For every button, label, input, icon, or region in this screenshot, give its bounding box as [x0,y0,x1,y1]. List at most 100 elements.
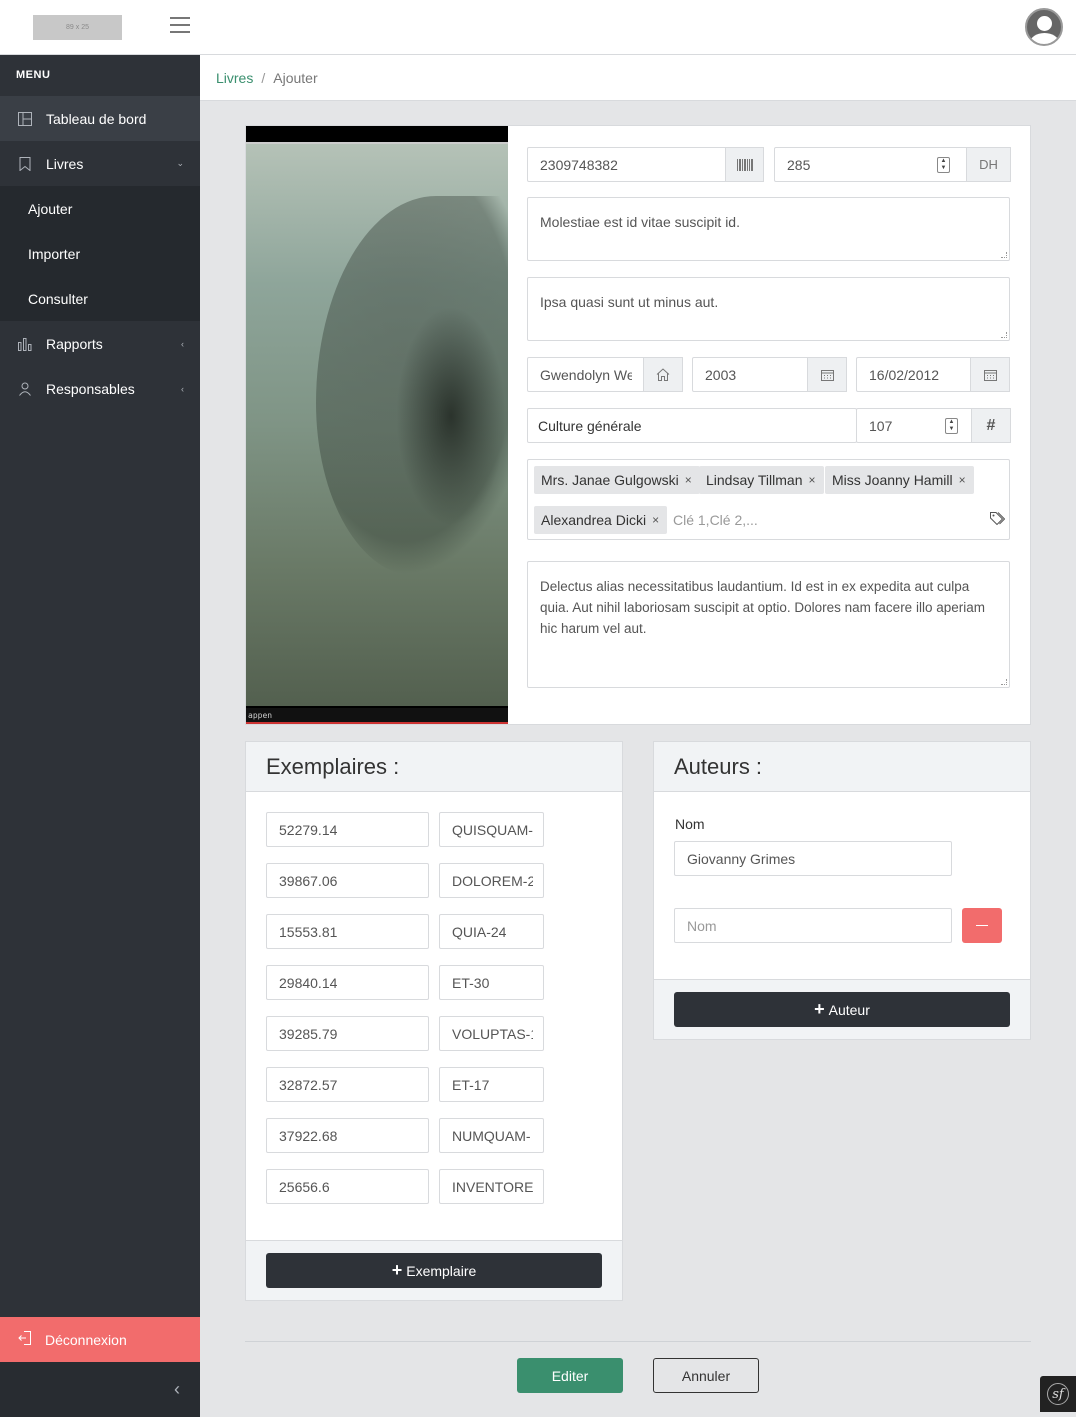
sidebar-item-managers[interactable]: Responsables ‹ [0,366,200,411]
menu-title: MENU [16,69,51,81]
cancel-button[interactable]: Annuler [653,1358,759,1393]
publisher-value: Gwendolyn We [540,366,632,383]
sidebar-item-reports[interactable]: Rapports ‹ [0,321,200,366]
authors-footer: + Auteur [654,979,1030,1039]
copies-footer: + Exemplaire [246,1240,622,1300]
keywords-input[interactable]: Mrs. Janae Gulgowski × Lindsay Tillman × M… [527,459,1010,540]
description-value: Delectus alias necessitatibus laudantium… [540,579,985,636]
copy-code-field[interactable]: ET-30 [439,965,544,1000]
date-field[interactable]: 16/02/2012 [856,357,1010,392]
copy-code-value: NUMQUAM- [452,1127,531,1144]
bar-chart-icon [18,337,32,351]
logout-button[interactable]: Déconnexion [0,1317,200,1362]
author-name-field[interactable]: Giovanny Grimes [674,841,952,876]
copy-code-field[interactable]: QUIA-24 [439,914,544,949]
copy-price-field[interactable]: 15553.81 [266,914,429,949]
date-value: 16/02/2012 [869,366,940,383]
subtitle-value: Ipsa quasi sunt ut minus aut. [540,294,719,310]
keyword-label: Mrs. Janae Gulgowski [541,472,679,488]
title-textarea[interactable]: Molestiae est id vitae suscipit id. [527,197,1010,261]
remove-tag-icon[interactable]: × [652,513,659,527]
book-form-card: appen 2309748382 285 ▲ ▼ DH Molestiae est… [245,125,1031,725]
copy-price-value: 15553.81 [279,923,338,940]
sidebar-item-label: Tableau de bord [46,110,147,127]
authors-card: Auteurs : Nom Giovanny Grimes Nom + Auteu… [653,741,1031,1040]
keyword-tag: Lindsay Tillman × [699,466,824,494]
keyword-tag: Miss Joanny Hamill × [825,466,974,494]
sidebar-item-label: Rapports [46,335,103,352]
pages-field[interactable]: 107 ▲ ▼ # [856,408,1011,443]
remove-tag-icon[interactable]: × [959,473,966,487]
copy-price-field[interactable]: 52279.14 [266,812,429,847]
copy-code-field[interactable]: QUISQUAM- [439,812,544,847]
author-name-field-empty[interactable]: Nom [674,908,952,943]
add-copy-button[interactable]: + Exemplaire [266,1253,602,1288]
collapse-sidebar-icon[interactable]: ‹ [0,1362,200,1417]
title-value: Molestiae est id vitae suscipit id. [540,214,740,230]
copy-price-field[interactable]: 32872.57 [266,1067,429,1102]
keyword-label: Lindsay Tillman [706,472,803,488]
copy-price-value: 39285.79 [279,1025,338,1042]
calendar-icon[interactable] [807,357,847,392]
remove-tag-icon[interactable]: × [809,473,816,487]
add-author-button[interactable]: + Auteur [674,992,1010,1027]
sidebar-subitem-browse[interactable]: Consulter [0,276,200,321]
copy-code-field[interactable]: VOLUPTAS-1 [439,1016,544,1051]
submit-button[interactable]: Editer [517,1358,623,1393]
breadcrumb-current: Ajouter [273,69,318,86]
price-stepper[interactable]: ▲ ▼ [937,156,950,173]
copy-code-field[interactable]: ET-17 [439,1067,544,1102]
copy-code-field[interactable]: NUMQUAM- [439,1118,544,1153]
sidebar-item-books[interactable]: Livres ⌄ [0,141,200,186]
book-cover-image[interactable]: appen [246,126,508,724]
keyword-label: Miss Joanny Hamill [832,472,953,488]
calendar-icon[interactable] [970,357,1010,392]
add-copy-label: Exemplaire [406,1262,477,1279]
user-avatar[interactable] [1025,8,1063,46]
author-name-label: Nom [675,816,705,832]
copy-price-field[interactable]: 37922.68 [266,1118,429,1153]
keywords-placeholder: Clé 1,Clé 2,... [673,512,758,528]
author-name-placeholder: Nom [687,917,717,934]
copy-price-field[interactable]: 29840.14 [266,965,429,1000]
menu-toggle-icon[interactable] [170,17,190,37]
plus-icon: + [391,1260,403,1280]
keyword-label: Alexandrea Dicki [541,512,647,528]
price-value: 285 [787,156,811,173]
currency-addon: DH [966,147,1011,182]
copy-price-field[interactable]: 39867.06 [266,863,429,898]
subtitle-textarea[interactable]: Ipsa quasi sunt ut minus aut. [527,277,1010,341]
barcode-icon [725,147,764,182]
copy-price-field[interactable]: 25656.6 [266,1169,429,1204]
description-textarea[interactable]: Delectus alias necessitatibus laudantium… [527,561,1010,688]
copy-code-value: VOLUPTAS-1 [452,1025,533,1042]
remove-tag-icon[interactable]: × [685,473,692,487]
category-value: Culture générale [538,417,642,434]
breadcrumb: Livres / Ajouter [200,55,1076,101]
remove-author-button[interactable] [962,908,1002,943]
copy-code-value: DOLOREM-2 [452,872,533,889]
app-logo[interactable]: 89 x 25 [33,15,122,40]
breadcrumb-parent[interactable]: Livres [216,70,253,86]
home-icon [643,357,683,392]
sidebar-item-dashboard[interactable]: Tableau de bord [0,96,200,141]
add-author-label: Auteur [828,1001,870,1018]
copy-code-value: ET-30 [452,974,490,991]
dashboard-icon [18,111,32,126]
copy-code-field[interactable]: DOLOREM-2 [439,863,544,898]
pages-stepper[interactable]: ▲ ▼ [945,417,958,434]
category-select[interactable]: Culture générale [527,408,857,443]
copy-price-field[interactable]: 39285.79 [266,1016,429,1051]
isbn-field[interactable]: 2309748382 [527,147,764,182]
symfony-toolbar-icon[interactable]: sf [1040,1376,1076,1412]
price-field[interactable]: 285 ▲ ▼ DH [774,147,1011,182]
publisher-field[interactable]: Gwendolyn We [527,357,683,392]
copies-title: Exemplaires : [246,742,622,792]
sidebar-item-label: Livres [46,155,84,172]
sidebar-subitem-import[interactable]: Importer [0,231,200,276]
copy-code-field[interactable]: INVENTORE- [439,1169,544,1204]
sidebar-subitem-add[interactable]: Ajouter [0,186,200,231]
year-field[interactable]: 2003 [692,357,847,392]
top-header: 89 x 25 [0,0,1076,55]
keyword-tag: Alexandrea Dicki × [534,506,668,534]
